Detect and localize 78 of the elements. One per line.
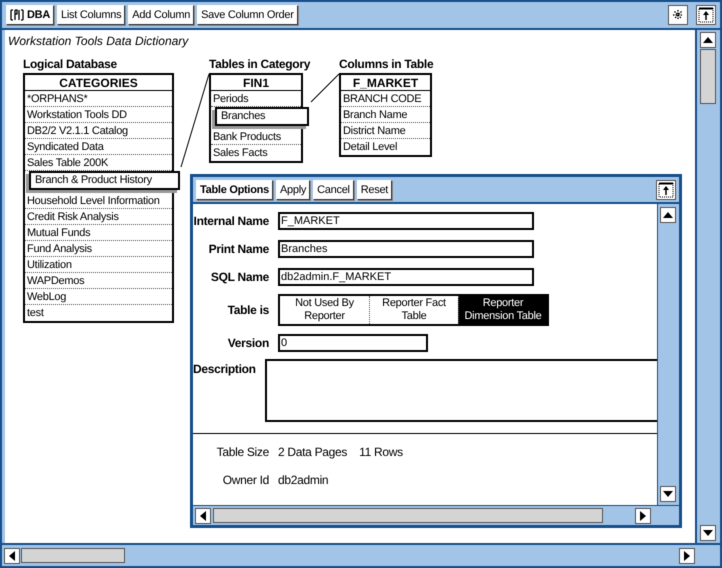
list-item[interactable]: *ORPHANS* [25, 91, 172, 107]
scrollbar-thumb[interactable] [700, 49, 716, 104]
field-label: Internal Name [193, 213, 269, 230]
list-item[interactable]: Utilization [25, 257, 172, 273]
scroll-right-button[interactable] [635, 508, 651, 524]
list-item[interactable]: Detail Level [341, 139, 430, 155]
field-label: Table is [226, 302, 269, 319]
text-field[interactable]: F_MARKET [278, 212, 534, 230]
list-item[interactable]: test [25, 305, 172, 321]
field-label: Version [226, 335, 269, 352]
triangle-right-icon [682, 550, 692, 560]
list-item[interactable]: WebLog [25, 289, 172, 305]
asterisk-icon [673, 10, 683, 20]
triangle-down-icon [702, 528, 712, 538]
toolbar-button[interactable]: Cancel [313, 180, 354, 200]
field-value: 2 Data Pages [278, 444, 348, 461]
text-field[interactable]: db2admin.F_MARKET [278, 268, 534, 286]
scroll-left-button[interactable] [4, 548, 20, 564]
list-item[interactable]: Sales Facts [211, 145, 301, 161]
triangle-up-icon [663, 210, 673, 220]
subtitle: Workstation Tools Data Dictionary [8, 33, 188, 50]
triangle-up-icon [702, 35, 712, 45]
list-item[interactable]: Branch Name [341, 107, 430, 123]
scroll-up-button[interactable] [700, 32, 716, 48]
scroll-up-button[interactable] [660, 207, 676, 223]
field-value: db2admin [278, 472, 328, 489]
scroll-to-top-button[interactable] [696, 5, 716, 25]
field-label: Print Name [208, 241, 269, 258]
scroll-down-button[interactable] [660, 486, 676, 502]
list-title: CATEGORIES [25, 75, 172, 91]
text-field[interactable]: Branches [278, 240, 534, 258]
scroll-to-top-button[interactable] [656, 180, 676, 200]
list-item[interactable]: WAPDemos [25, 273, 172, 289]
triangle-left-icon [198, 510, 208, 520]
list-item[interactable]: Household Level Information [25, 193, 172, 209]
toolbar-button[interactable]: Reset [356, 180, 392, 200]
toolbar-button[interactable]: List Columns [57, 5, 126, 25]
list-heading: Tables in Category [209, 56, 310, 73]
options-button[interactable] [668, 5, 688, 25]
list-heading: Columns in Table [339, 56, 434, 73]
list-item[interactable]: Mutual Funds [25, 225, 172, 241]
table-type-option[interactable]: Reporter Dimension Table [458, 296, 547, 324]
triangle-right-icon [638, 510, 648, 520]
scrollbar-thumb[interactable] [21, 548, 125, 563]
text-field[interactable]: 0 [278, 334, 428, 352]
description-field[interactable] [264, 359, 657, 422]
field-label: Table Size [216, 444, 269, 461]
list-item[interactable]: Credit Risk Analysis [25, 209, 172, 225]
selected-list-item[interactable]: Branches [215, 107, 309, 126]
list-item[interactable]: District Name [341, 123, 430, 139]
list-item[interactable]: Bank Products [211, 129, 301, 145]
field-label: SQL Name [210, 269, 269, 286]
scroll-left-button[interactable] [195, 508, 211, 524]
field-value: 11 Rows [359, 444, 403, 461]
arrow-up-box-icon [658, 182, 674, 198]
field-label: Description [193, 361, 256, 378]
list-item[interactable]: Syndicated Data [25, 139, 172, 155]
list-item[interactable]: DB2/2 V2.1.1 Catalog [25, 123, 172, 139]
toolbar-button[interactable]: Save Column Order [197, 5, 298, 25]
toolbar-button[interactable]: Add Column [128, 5, 194, 25]
selected-list-item[interactable]: Branch & Product History [29, 171, 180, 190]
scroll-down-button[interactable] [700, 525, 716, 541]
triangle-down-icon [663, 489, 673, 499]
list-item[interactable]: Workstation Tools DD [25, 107, 172, 123]
toolbar-button[interactable]: Apply [276, 180, 310, 200]
list-item[interactable]: BRANCH CODE [341, 91, 430, 107]
triangle-left-icon [7, 550, 17, 560]
bracket-grid-icon [10, 9, 24, 21]
list-title: F_MARKET [341, 75, 430, 91]
scrollbar-thumb[interactable] [213, 508, 603, 523]
scroll-right-button[interactable] [679, 548, 695, 564]
arrow-up-box-icon [698, 7, 714, 23]
table-options-button[interactable]: Table Options [196, 180, 273, 200]
list-title: FIN1 [211, 75, 301, 91]
field-label: Owner Id [222, 472, 269, 489]
dba-button[interactable]: DBA [6, 5, 54, 25]
list-heading: Logical Database [23, 56, 118, 73]
list-item[interactable]: Fund Analysis [25, 241, 172, 257]
